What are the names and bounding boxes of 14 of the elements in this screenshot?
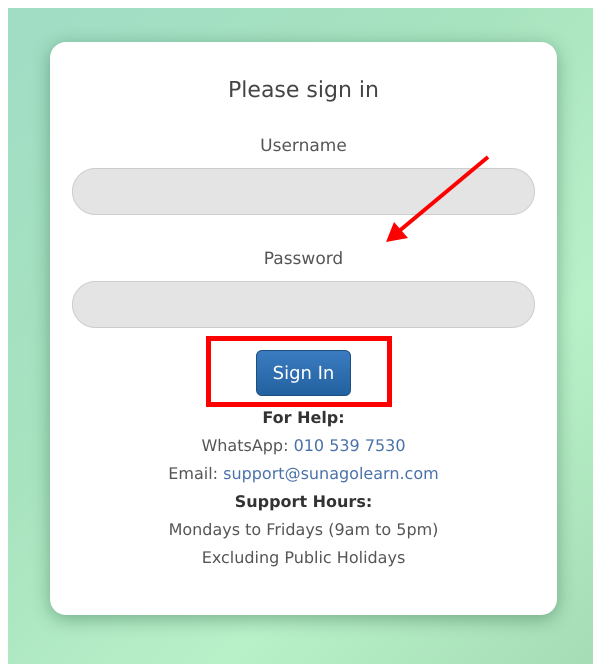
password-field[interactable] xyxy=(72,281,535,328)
contact-link[interactable]: 010 539 7530 xyxy=(294,436,406,455)
sign-in-button[interactable]: Sign In xyxy=(256,350,351,396)
field-label: Password xyxy=(264,249,344,269)
help-text: Mondays to Fridays (9am to 5pm) xyxy=(168,519,438,541)
contact-label: WhatsApp: xyxy=(201,436,290,455)
help-heading: Support Hours: xyxy=(234,491,372,513)
contact-label: Email: xyxy=(168,464,220,483)
contact-link[interactable]: support@sunagolearn.com xyxy=(223,464,439,483)
username-field[interactable] xyxy=(72,168,535,215)
help-heading: For Help: xyxy=(262,407,345,429)
field-label: Username xyxy=(260,136,347,156)
form-title: Please sign in xyxy=(228,78,379,104)
help-text: Excluding Public Holidays xyxy=(202,547,406,569)
